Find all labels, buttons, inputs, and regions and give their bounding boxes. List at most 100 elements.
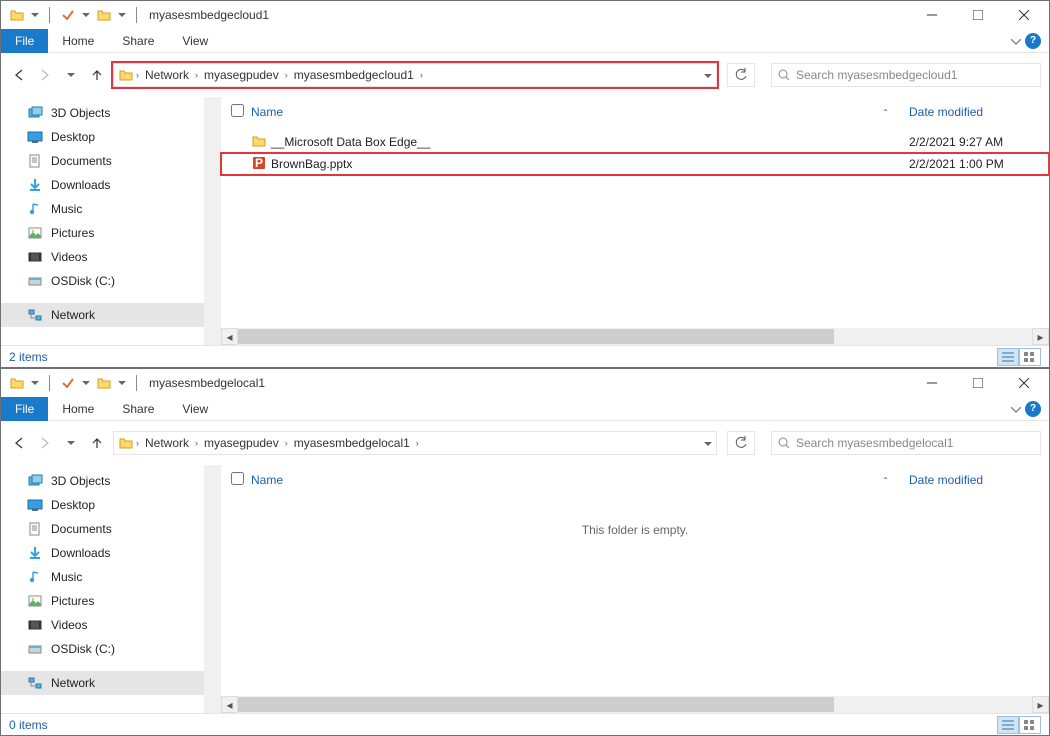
chevron-right-icon[interactable]: ›: [416, 438, 419, 448]
sidebar-item-network[interactable]: Network: [1, 303, 204, 327]
back-button[interactable]: [9, 63, 29, 87]
sidebar-item-network[interactable]: Network: [1, 671, 204, 695]
sidebar-item-documents[interactable]: Documents: [1, 517, 204, 541]
column-headers[interactable]: Name⌃ Date modified: [221, 97, 1049, 127]
sidebar-item-disk[interactable]: OSDisk (C:): [1, 637, 204, 661]
address-bar[interactable]: ›Network›myasegpudev›myasesmbedgelocal1›: [113, 431, 717, 455]
file-tab[interactable]: File: [1, 397, 48, 421]
file-row[interactable]: __Microsoft Data Box Edge__ 2/2/2021 9:2…: [221, 131, 1049, 153]
home-tab[interactable]: Home: [48, 397, 108, 421]
ribbon-expand-icon[interactable]: [1011, 402, 1021, 416]
chevron-right-icon[interactable]: ›: [136, 70, 139, 80]
share-tab[interactable]: Share: [108, 29, 168, 53]
up-button[interactable]: [87, 431, 107, 455]
refresh-button[interactable]: [727, 63, 755, 87]
horizontal-scrollbar[interactable]: ◂ ▸: [221, 696, 1049, 713]
forward-button[interactable]: [35, 431, 55, 455]
breadcrumb-item[interactable]: Network: [141, 68, 193, 82]
select-all-checkbox[interactable]: [231, 104, 244, 117]
qat-dropdown[interactable]: [29, 373, 41, 393]
sidebar-item-downloads[interactable]: Downloads: [1, 541, 204, 565]
refresh-button[interactable]: [727, 431, 755, 455]
scroll-thumb[interactable]: [238, 329, 834, 344]
file-row[interactable]: P BrownBag.pptx 2/2/2021 1:00 PM: [221, 153, 1049, 175]
chevron-right-icon[interactable]: ›: [285, 70, 288, 80]
sidebar-item-documents[interactable]: Documents: [1, 149, 204, 173]
qat-customize-dropdown[interactable]: [116, 5, 128, 25]
help-button[interactable]: ?: [1025, 33, 1041, 49]
breadcrumb-item[interactable]: myasesmbedgecloud1: [290, 68, 418, 82]
sidebar-item-disk[interactable]: OSDisk (C:): [1, 269, 204, 293]
checkmark-icon[interactable]: [58, 373, 78, 393]
qat-dropdown[interactable]: [80, 5, 92, 25]
ribbon-expand-icon[interactable]: [1011, 34, 1021, 48]
sidebar-item-3d[interactable]: 3D Objects: [1, 469, 204, 493]
column-headers[interactable]: Name⌃ Date modified: [221, 465, 1049, 495]
close-button[interactable]: [1001, 1, 1047, 29]
column-date[interactable]: Date modified: [909, 105, 1049, 119]
sidebar-item-music[interactable]: Music: [1, 197, 204, 221]
icons-view-button[interactable]: [1019, 716, 1041, 734]
minimize-button[interactable]: [909, 369, 955, 397]
select-all-checkbox[interactable]: [231, 472, 244, 485]
breadcrumb-item[interactable]: Network: [141, 436, 193, 450]
view-tab[interactable]: View: [168, 29, 222, 53]
breadcrumb-item[interactable]: myasegpudev: [200, 68, 283, 82]
sidebar-item-videos[interactable]: Videos: [1, 613, 204, 637]
sidebar-item-music[interactable]: Music: [1, 565, 204, 589]
horizontal-scrollbar[interactable]: ◂ ▸: [221, 328, 1049, 345]
breadcrumb-item[interactable]: myasesmbedgelocal1: [290, 436, 414, 450]
details-view-button[interactable]: [997, 716, 1019, 734]
chevron-right-icon[interactable]: ›: [420, 70, 423, 80]
sidebar-item-videos[interactable]: Videos: [1, 245, 204, 269]
minimize-button[interactable]: [909, 1, 955, 29]
share-tab[interactable]: Share: [108, 397, 168, 421]
back-button[interactable]: [9, 431, 29, 455]
sidebar-item-desktop[interactable]: Desktop: [1, 493, 204, 517]
qat-dropdown[interactable]: [80, 373, 92, 393]
sidebar-item-3d[interactable]: 3D Objects: [1, 101, 204, 125]
scroll-left-button[interactable]: ◂: [221, 328, 238, 345]
up-button[interactable]: [87, 63, 107, 87]
sidebar-item-pictures[interactable]: Pictures: [1, 221, 204, 245]
chevron-right-icon[interactable]: ›: [195, 70, 198, 80]
folder-icon[interactable]: [94, 373, 114, 393]
titlebar[interactable]: myasesmbedgelocal1: [1, 369, 1049, 397]
column-name[interactable]: Name⌃: [251, 105, 909, 119]
view-tab[interactable]: View: [168, 397, 222, 421]
scroll-left-button[interactable]: ◂: [221, 696, 238, 713]
qat-dropdown[interactable]: [29, 5, 41, 25]
forward-button[interactable]: [35, 63, 55, 87]
address-dropdown-icon[interactable]: [704, 68, 712, 82]
search-box[interactable]: Search myasesmbedgecloud1: [771, 63, 1041, 87]
column-name[interactable]: Name⌃: [251, 473, 909, 487]
home-tab[interactable]: Home: [48, 29, 108, 53]
sidebar-item-desktop[interactable]: Desktop: [1, 125, 204, 149]
icons-view-button[interactable]: [1019, 348, 1041, 366]
maximize-button[interactable]: [955, 1, 1001, 29]
breadcrumb-item[interactable]: myasegpudev: [200, 436, 283, 450]
address-dropdown-icon[interactable]: [704, 436, 712, 450]
close-button[interactable]: [1001, 369, 1047, 397]
maximize-button[interactable]: [955, 369, 1001, 397]
scroll-right-button[interactable]: ▸: [1032, 328, 1049, 345]
folder-icon[interactable]: [7, 373, 27, 393]
details-view-button[interactable]: [997, 348, 1019, 366]
search-box[interactable]: Search myasesmbedgelocal1: [771, 431, 1041, 455]
folder-icon[interactable]: [7, 5, 27, 25]
recent-dropdown[interactable]: [61, 431, 81, 455]
scroll-thumb[interactable]: [238, 697, 834, 712]
sidebar-item-pictures[interactable]: Pictures: [1, 589, 204, 613]
sidebar-scrollbar[interactable]: [204, 465, 221, 713]
sidebar-item-downloads[interactable]: Downloads: [1, 173, 204, 197]
titlebar[interactable]: myasesmbedgecloud1: [1, 1, 1049, 29]
file-tab[interactable]: File: [1, 29, 48, 53]
checkmark-icon[interactable]: [58, 5, 78, 25]
folder-icon[interactable]: [94, 5, 114, 25]
help-button[interactable]: ?: [1025, 401, 1041, 417]
scroll-right-button[interactable]: ▸: [1032, 696, 1049, 713]
chevron-right-icon[interactable]: ›: [136, 438, 139, 448]
chevron-right-icon[interactable]: ›: [285, 438, 288, 448]
chevron-right-icon[interactable]: ›: [195, 438, 198, 448]
column-date[interactable]: Date modified: [909, 473, 1049, 487]
